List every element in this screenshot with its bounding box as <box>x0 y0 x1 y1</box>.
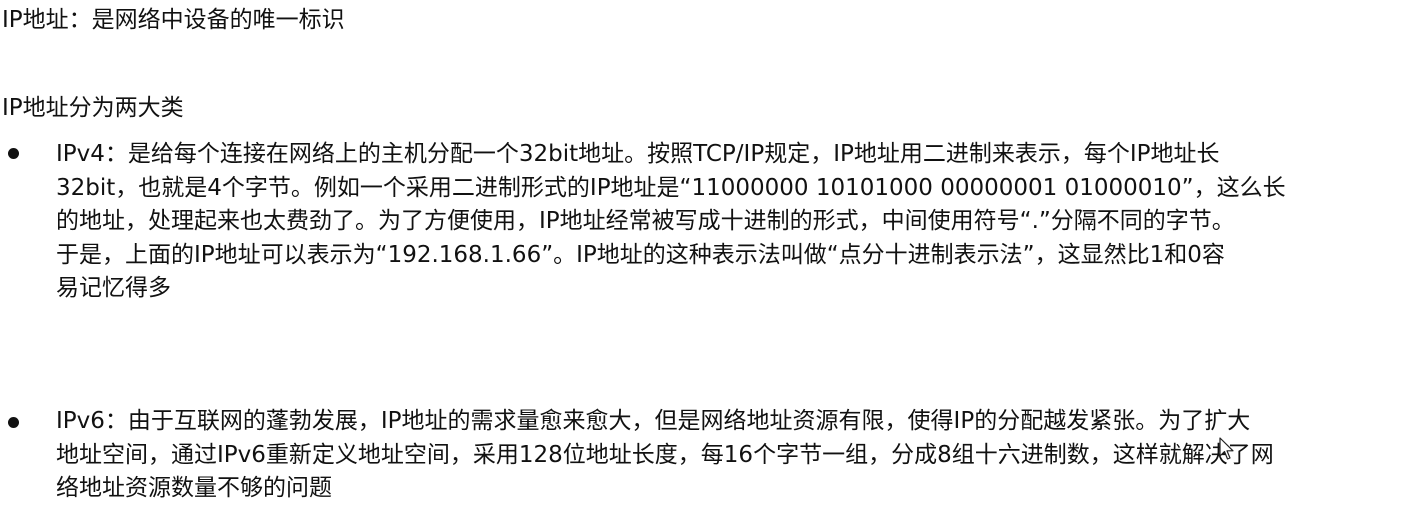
document-page: IP地址：是网络中设备的唯一标识 IP地址分为两大类 IPv4：是给每个连接在网… <box>0 0 1404 530</box>
ipv6-paragraph: IPv6：由于互联网的蓬勃发展，IP地址的需求量愈来愈大，但是网络地址资源有限，… <box>56 405 1376 506</box>
ipv4-line: IPv4：是给每个连接在网络上的主机分配一个32bit地址。按照TCP/IP规定… <box>56 141 1220 167</box>
ipv4-line: 易记忆得多 <box>56 275 171 301</box>
bullet-icon <box>8 417 19 428</box>
ipv4-line: 于是，上面的IP地址可以表示为“192.168.1.66”。IP地址的这种表示法… <box>56 241 1225 268</box>
ipv4-paragraph: IPv4：是给每个连接在网络上的主机分配一个32bit地址。按照TCP/IP规定… <box>56 138 1376 306</box>
ipv4-line: 的地址，处理起来也太费劲了。为了方便使用，IP地址经常被写成十进制的形式，中间使… <box>56 208 1235 234</box>
ipv6-line: IPv6：由于互联网的蓬勃发展，IP地址的需求量愈来愈大，但是网络地址资源有限，… <box>56 408 1251 434</box>
bullet-icon <box>8 148 19 159</box>
ip-definition-heading: IP地址：是网络中设备的唯一标识 <box>2 7 345 33</box>
ipv6-line: 地址空间，通过IPv6重新定义地址空间，采用128位地址长度，每16个字节一组，… <box>56 441 1274 468</box>
ip-categories-heading: IP地址分为两大类 <box>2 95 184 121</box>
ipv4-line: 32bit，也就是4个字节。例如一个采用二进制形式的IP地址是“11000000… <box>56 174 1286 201</box>
mouse-pointer-icon <box>1219 437 1234 460</box>
ipv6-line: 络地址资源数量不够的问题 <box>56 475 332 501</box>
